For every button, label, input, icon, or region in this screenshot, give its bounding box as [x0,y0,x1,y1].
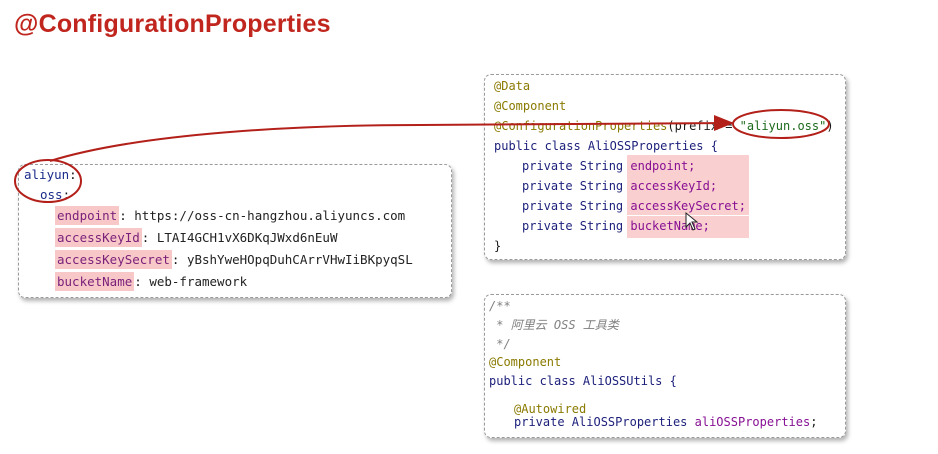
utils-class-panel: /** * 阿里云 OSS 工具类 */ @Component public c… [484,294,846,438]
field-type: private String [522,159,631,173]
field-accesskeyid: accessKeyId; [630,179,718,193]
utils-annotation-component: @Component [489,355,562,369]
yaml-value-bucketname: web-framework [149,274,248,289]
comment-close: */ [489,337,511,351]
annotation-configuration-properties: @ConfigurationProperties [494,119,668,133]
yaml-key-bucketname: bucketName [55,272,135,291]
yaml-value-endpoint: https://oss-cn-hangzhou.aliyuncs.com [134,208,406,223]
field-line-accesskeysecret: private String accessKeySecret; [522,198,746,214]
yaml-value-accesskeysecret: yBshYweHOpqDuhCArrVHwIiBKpyqSL [186,252,413,267]
close-paren: ) [826,119,834,133]
yaml-sub-key: oss [40,187,63,202]
class-close-brace: } [494,239,502,253]
page-title: @ConfigurationProperties [14,10,331,38]
comment-open: /** [489,299,511,313]
yaml-root-line: aliyun: [24,167,77,182]
autowired-field-name: aliOSSProperties [694,415,811,429]
yaml-entry-bucketname: bucketName: web-framework [55,272,248,291]
yaml-sub-line: oss: [40,187,71,202]
properties-class-panel: @Data @Component @ConfigurationPropertie… [484,74,846,260]
yaml-value-accesskeyid: LTAI4GCH1vX6DKqJWxd6nEuW [156,230,338,245]
field-line-bucketname: private String bucketName; [522,218,710,234]
yaml-key-accesskeyid: accessKeyId [55,228,142,247]
field-line-endpoint: private String endpoint; [522,158,695,174]
yaml-entry-accesskeysecret: accessKeySecret: yBshYweHOpqDuhCArrVHwIi… [55,250,413,269]
annotation-component: @Component [494,99,567,113]
class-declaration: public class AliOSSProperties { [494,139,718,153]
yaml-config-panel: aliyun: oss: endpoint: https://oss-cn-ha… [18,164,452,298]
field-type: private String [522,199,631,213]
utils-class-declaration: public class AliOSSUtils { [489,374,677,388]
prefix-value: "aliyun.oss" [739,119,827,133]
prefix-text: (prefix = [667,119,740,133]
field-bucketname: bucketName; [630,219,710,233]
yaml-entry-endpoint: endpoint: https://oss-cn-hangzhou.aliyun… [55,206,406,225]
comment-description: * 阿里云 OSS 工具类 [489,318,619,332]
field-type: private String [522,179,631,193]
yaml-key-endpoint: endpoint [55,206,120,225]
field-type: private String [522,219,631,233]
autowired-field-line: private AliOSSProperties aliOSSPropertie… [514,414,817,430]
field-line-accesskeyid: private String accessKeyId; [522,178,717,194]
yaml-key-accesskeysecret: accessKeySecret [55,250,172,269]
annotation-configuration-properties-line: @ConfigurationProperties(prefix = "aliyu… [494,118,834,134]
annotation-data: @Data [494,79,531,93]
yaml-root-key: aliyun [24,167,70,182]
field-accesskeysecret: accessKeySecret; [630,199,746,213]
autowired-field-type: private AliOSSProperties [514,415,695,429]
field-endpoint: endpoint; [630,159,696,173]
autowired-field-semicolon: ; [810,415,818,429]
yaml-entry-accesskeyid: accessKeyId: LTAI4GCH1vX6DKqJWxd6nEuW [55,228,338,247]
